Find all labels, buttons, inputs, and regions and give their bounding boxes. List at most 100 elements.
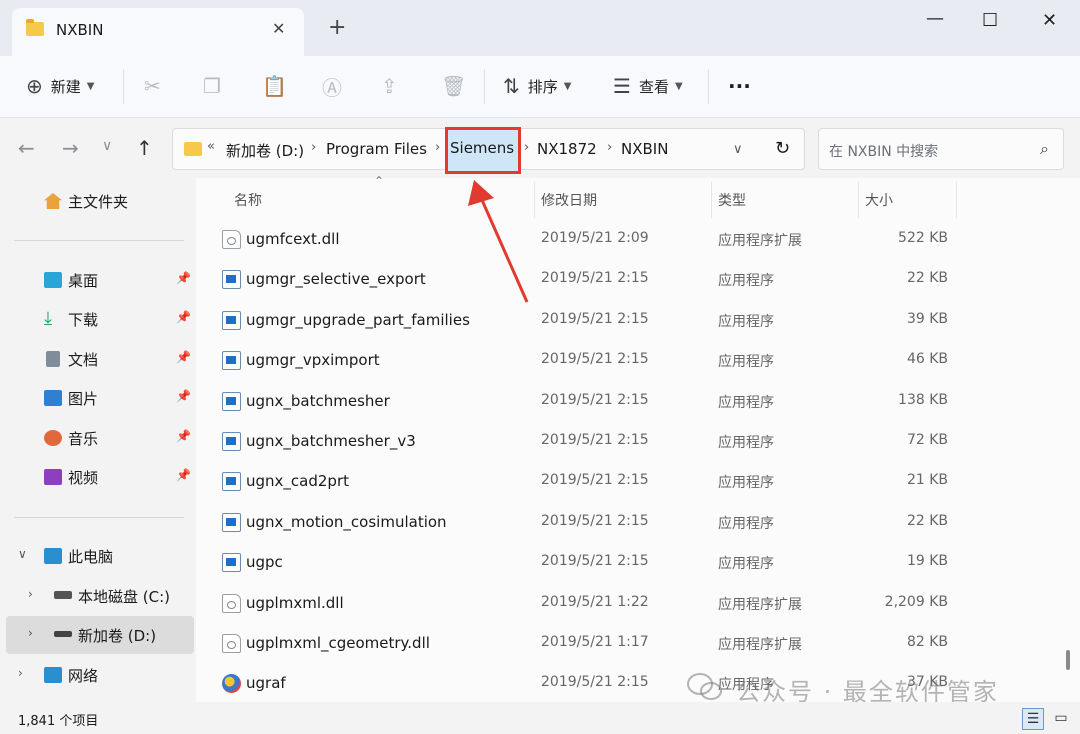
recent-chevron-icon[interactable]: ∨: [102, 138, 112, 154]
breadcrumb-drive-d[interactable]: 新加卷 (D:): [226, 140, 304, 161]
column-divider[interactable]: [534, 182, 535, 218]
breadcrumb-nx1872[interactable]: NX1872: [537, 140, 597, 158]
tab-close-icon[interactable]: ✕: [272, 19, 285, 38]
file-date: 2019/5/21 2:15: [541, 310, 649, 327]
sidebar-item-documents[interactable]: 文档 📌: [0, 340, 196, 378]
minimize-button[interactable]: —: [926, 8, 944, 29]
table-row[interactable]: ugpc 2019/5/21 2:15 应用程序 19 KB: [196, 543, 1066, 583]
sidebar-item-drive-c[interactable]: › 本地磁盘 (C:): [0, 577, 196, 615]
close-button[interactable]: ✕: [1042, 10, 1057, 31]
search-input[interactable]: 在 NXBIN 中搜索: [829, 141, 938, 161]
chevron-down-icon[interactable]: ∨: [733, 142, 743, 157]
sidebar-item-pictures[interactable]: 图片 📌: [0, 379, 196, 417]
new-tab-button[interactable]: +: [328, 17, 346, 39]
chevron-right-icon[interactable]: ›: [524, 140, 529, 155]
cut-button[interactable]: ✂: [144, 71, 161, 101]
sidebar-item-drive-d[interactable]: › 新加卷 (D:): [6, 616, 194, 654]
chevron-right-icon[interactable]: ›: [18, 666, 23, 680]
table-row[interactable]: ugmgr_upgrade_part_families 2019/5/21 2:1…: [196, 301, 1066, 341]
sidebar-item-videos[interactable]: 视频 📌: [0, 458, 196, 496]
application-icon: [222, 310, 241, 330]
pin-icon[interactable]: 📌: [176, 310, 191, 324]
sidebar-item-music[interactable]: 音乐 📌: [0, 419, 196, 457]
table-row[interactable]: ugplmxml_cgeometry.dll 2019/5/21 1:17 应用程序…: [196, 624, 1066, 664]
search-box[interactable]: 在 NXBIN 中搜索 ⌕: [818, 128, 1064, 170]
table-row[interactable]: ugmgr_vpximport 2019/5/21 2:15 应用程序 46 KB: [196, 341, 1066, 381]
column-header-date[interactable]: 修改日期: [541, 190, 597, 210]
table-row[interactable]: ugnx_batchmesher_v3 2019/5/21 2:15 应用程序 72 …: [196, 422, 1066, 462]
chevron-down-icon: ▼: [563, 80, 572, 92]
chevron-right-icon[interactable]: ›: [311, 140, 316, 155]
scissors-icon: ✂: [144, 74, 161, 98]
share-button[interactable]: ⇪: [381, 71, 398, 101]
file-name: ugmgr_selective_export: [246, 270, 426, 289]
column-divider[interactable]: [858, 182, 859, 218]
overflow-icon[interactable]: «: [207, 139, 215, 154]
pin-icon[interactable]: 📌: [176, 350, 191, 364]
column-divider[interactable]: [711, 182, 712, 218]
view-button[interactable]: ☰ 查看 ▼: [613, 71, 683, 101]
column-header-name[interactable]: 名称: [234, 190, 262, 210]
chevron-right-icon[interactable]: ›: [607, 140, 612, 155]
maximize-button[interactable]: ☐: [982, 10, 998, 31]
delete-button[interactable]: 🗑: [441, 71, 466, 101]
sidebar-item-desktop[interactable]: 桌面 📌: [0, 261, 196, 299]
new-button[interactable]: ⊕ 新建 ▼: [26, 71, 94, 101]
column-header-size[interactable]: 大小: [865, 190, 893, 210]
more-options-button[interactable]: ···: [728, 71, 751, 101]
sidebar-item-label: 音乐: [68, 430, 99, 448]
chevron-right-icon[interactable]: ›: [28, 626, 33, 640]
toolbar-divider: [484, 70, 485, 104]
rename-button[interactable]: Ⓐ: [322, 71, 342, 101]
table-row[interactable]: ugnx_motion_cosimulation 2019/5/21 2:15 应用…: [196, 503, 1066, 543]
file-list: ⌃ 名称 修改日期 类型 大小 ugmfcext.dll 2019/5/21 2:…: [196, 174, 1080, 702]
scrollbar-thumb[interactable]: [1066, 650, 1070, 670]
sort-button[interactable]: ⇅ 排序 ▼: [503, 71, 571, 101]
view-list-icon: ☰: [613, 74, 631, 98]
sidebar-item-label: 主文件夹: [68, 193, 129, 211]
file-date: 2019/5/21 2:15: [541, 674, 649, 691]
tiles-view-button[interactable]: ▭: [1050, 708, 1072, 730]
table-row[interactable]: ugmgr_selective_export 2019/5/21 2:15 应用程序…: [196, 260, 1066, 300]
table-row[interactable]: ugplmxml.dll 2019/5/21 1:22 应用程序扩展 2,209 KB: [196, 584, 1066, 624]
chevron-right-icon[interactable]: ›: [28, 587, 33, 601]
sidebar-item-this-pc[interactable]: ∨ 此电脑: [0, 537, 196, 575]
chevron-right-icon[interactable]: ›: [435, 140, 440, 155]
breadcrumb-program-files[interactable]: Program Files: [326, 140, 427, 158]
toolbar-divider: [708, 70, 709, 104]
pin-icon[interactable]: 📌: [176, 271, 191, 285]
sidebar-item-home[interactable]: 主文件夹: [0, 182, 196, 220]
sidebar-item-label: 本地磁盘 (C:): [78, 588, 170, 606]
document-icon: [46, 351, 60, 367]
sidebar-item-network[interactable]: › 网络: [0, 656, 196, 694]
chevron-down-icon[interactable]: ∨: [18, 547, 27, 561]
application-icon: [222, 512, 241, 532]
pin-icon[interactable]: 📌: [176, 429, 191, 443]
forward-arrow-icon[interactable]: →: [62, 136, 79, 160]
sidebar-item-downloads[interactable]: ⤓ 下载 📌: [0, 300, 196, 338]
table-row[interactable]: ugnx_batchmesher 2019/5/21 2:15 应用程序 138 KB: [196, 382, 1066, 422]
details-view-button[interactable]: ☰: [1022, 708, 1044, 730]
application-icon: [222, 391, 241, 411]
refresh-icon[interactable]: ↻: [775, 138, 790, 159]
file-date: 2019/5/21 2:15: [541, 270, 649, 287]
pin-icon[interactable]: 📌: [176, 468, 191, 482]
file-type: 应用程序扩展: [718, 596, 802, 613]
tab-nxbin[interactable]: NXBIN ✕: [12, 8, 304, 56]
pin-icon[interactable]: 📌: [176, 389, 191, 403]
file-date: 2019/5/21 1:22: [541, 593, 649, 610]
copy-button[interactable]: ❐: [203, 71, 221, 101]
new-label: 新建: [50, 77, 81, 96]
file-type: 应用程序: [718, 313, 774, 330]
paste-button[interactable]: 📋: [262, 71, 287, 101]
table-row[interactable]: ugnx_cad2prt 2019/5/21 2:15 应用程序 21 KB: [196, 462, 1066, 502]
column-header-type[interactable]: 类型: [718, 190, 746, 210]
back-arrow-icon[interactable]: ←: [18, 136, 35, 160]
column-divider[interactable]: [956, 182, 957, 218]
up-arrow-icon[interactable]: ↑: [136, 136, 153, 160]
chevron-down-icon: ▼: [674, 80, 683, 92]
plus-circle-icon: ⊕: [26, 74, 43, 98]
table-row[interactable]: ugmfcext.dll 2019/5/21 2:09 应用程序扩展 522 KB: [196, 220, 1066, 260]
file-size: 22 KB: [906, 270, 948, 287]
breadcrumb-nxbin[interactable]: NXBIN: [621, 140, 668, 158]
